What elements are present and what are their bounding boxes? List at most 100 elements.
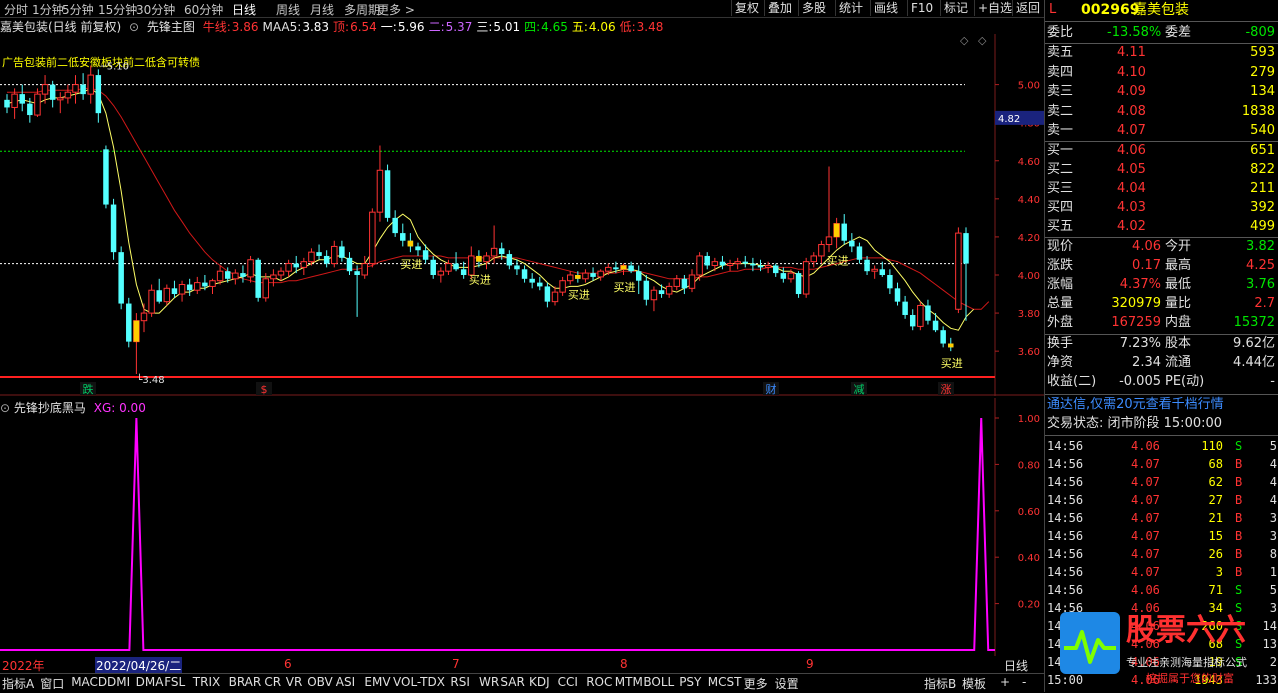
- toolbar-button-6[interactable]: 标记: [940, 0, 971, 16]
- tab-4[interactable]: 30分钟: [136, 1, 175, 18]
- indicator-tab-6[interactable]: TRIX: [193, 675, 220, 689]
- candle: [537, 276, 543, 291]
- event-marker[interactable]: 跌: [83, 382, 94, 396]
- tick-count: 1: [1269, 565, 1277, 579]
- candle-body: [72, 84, 79, 93]
- candle-body: [506, 254, 513, 266]
- toolbar-button-0[interactable]: 复权: [731, 0, 762, 16]
- toolbar-button-4[interactable]: 画线: [870, 0, 901, 16]
- chevron-down-icon[interactable]: ⊙: [129, 20, 139, 34]
- candle: [209, 278, 216, 295]
- indicator-tab-8[interactable]: CR: [264, 675, 281, 689]
- indicator-tab-7[interactable]: BRAR: [229, 675, 262, 689]
- indicator-tab-2[interactable]: MACD: [71, 675, 107, 689]
- stat-value: 320979: [1111, 296, 1161, 311]
- tab-7[interactable]: 周线: [276, 1, 300, 18]
- indicator-tab-5[interactable]: FSL: [164, 675, 185, 689]
- event-marker[interactable]: $: [261, 383, 268, 396]
- indicator-tab-11[interactable]: ASI: [336, 675, 355, 689]
- indicator-tab-13[interactable]: VOL-TDX: [393, 675, 445, 689]
- tick-time: 14:56: [1047, 565, 1084, 579]
- toolbar-button-8[interactable]: 返回: [1012, 0, 1043, 16]
- event-marker[interactable]: 财: [766, 382, 777, 396]
- tab-5[interactable]: 60分钟: [184, 1, 223, 18]
- candle: [909, 309, 916, 331]
- tab-9[interactable]: 多周期: [344, 1, 380, 18]
- candle-body: [628, 265, 634, 272]
- candle: [87, 65, 94, 104]
- indicator-tab-21[interactable]: BOLL: [643, 675, 674, 689]
- event-marker[interactable]: 减: [854, 383, 865, 396]
- logo-box: [1060, 612, 1120, 674]
- indicator-tab-3[interactable]: DMI: [107, 675, 130, 689]
- indicator-tab-25[interactable]: 设置: [775, 675, 799, 692]
- candle: [118, 246, 124, 310]
- indicator-tab-9[interactable]: VR: [286, 675, 303, 689]
- toolbar-button-2[interactable]: 多股: [798, 0, 829, 16]
- indicator-tab-1[interactable]: 窗口: [40, 675, 64, 692]
- promo-link[interactable]: 通达信,仅需20元查看千档行情: [1047, 396, 1224, 414]
- indicator-tab-22[interactable]: PSY: [679, 675, 701, 689]
- indicator-tab-12[interactable]: EMV: [364, 675, 390, 689]
- indicator-tab-23[interactable]: MCST: [708, 675, 742, 689]
- indicator-tab-18[interactable]: CCI: [558, 675, 578, 689]
- stat-value: 4.37%: [1119, 277, 1161, 292]
- tab-6[interactable]: 日线: [232, 1, 256, 18]
- candle: [582, 269, 589, 283]
- candle: [339, 240, 345, 262]
- candle-body: [810, 255, 818, 263]
- candle-body: [156, 290, 162, 302]
- settings-icon[interactable]: ⊙: [0, 401, 10, 415]
- tab-3[interactable]: 15分钟: [98, 1, 137, 18]
- indicator-tab-19[interactable]: ROC: [586, 675, 612, 689]
- tab-10[interactable]: 更多 >: [377, 1, 415, 18]
- bottom-right-button-0[interactable]: 指标B: [924, 675, 956, 692]
- indicator-tab-14[interactable]: RSI: [450, 675, 470, 689]
- buy-signal-candle: [476, 255, 482, 262]
- tab-1[interactable]: 1分钟: [32, 1, 64, 18]
- main-candlestick-chart[interactable]: 5.004.804.604.404.204.003.803.604.82广告包装…: [0, 34, 1044, 396]
- buy-signal-candle: [833, 223, 840, 237]
- indicator-tab-10[interactable]: OBV: [307, 675, 333, 689]
- indicator-tab-4[interactable]: DMA: [136, 675, 164, 689]
- stat-label: 换手: [1047, 336, 1074, 351]
- ask-label: 卖三: [1047, 84, 1074, 99]
- indicator-tab-16[interactable]: SAR: [500, 675, 524, 689]
- tab-0[interactable]: 分时: [4, 1, 28, 18]
- event-marker[interactable]: 涨: [941, 383, 952, 396]
- date-label-1: 2022/04/26/二: [95, 657, 183, 674]
- sub-indicator-title[interactable]: 先锋抄底黑马: [14, 401, 86, 415]
- bid-volume: 651: [1250, 143, 1275, 158]
- candle: [103, 145, 109, 209]
- tick-count: 5: [1269, 439, 1277, 453]
- diamond-icon[interactable]: ◇: [960, 34, 969, 47]
- bottom-right-button-2[interactable]: +: [1000, 675, 1010, 689]
- tick-time: 14:56: [1047, 493, 1084, 507]
- tick-price: 4.07: [1131, 565, 1160, 579]
- indicator-tab-20[interactable]: MTM: [615, 675, 643, 689]
- toolbar-button-5[interactable]: F10: [907, 0, 936, 16]
- tick-side: B: [1235, 565, 1243, 579]
- toolbar-button-1[interactable]: 叠加: [764, 0, 795, 16]
- candle-body: [856, 246, 863, 260]
- toolbar-button-3[interactable]: 统计: [835, 0, 866, 16]
- tab-2[interactable]: 5分钟: [62, 1, 94, 18]
- bottom-right-button-3[interactable]: -: [1022, 675, 1026, 689]
- indicator-name[interactable]: 先锋主图: [147, 20, 195, 34]
- sub-indicator-chart[interactable]: 1.00 0.80 0.60 0.40 0.20: [0, 398, 1044, 656]
- candle: [590, 267, 596, 281]
- indicator-tab-24[interactable]: 更多: [744, 675, 768, 692]
- indicator-tab-15[interactable]: WR: [479, 675, 499, 689]
- indicator-tab-17[interactable]: KDJ: [529, 675, 550, 689]
- candle-body: [673, 278, 681, 287]
- candle-body: [384, 170, 391, 218]
- toolbar-button-7[interactable]: +自选: [974, 0, 1015, 16]
- info-label-6: 四:: [524, 20, 541, 34]
- period-label[interactable]: 日线: [1004, 657, 1028, 674]
- bottom-right-button-1[interactable]: 模板: [962, 675, 986, 692]
- candle: [566, 271, 574, 285]
- info-value-3: 5.96: [397, 20, 425, 34]
- indicator-tab-0[interactable]: 指标A: [2, 675, 34, 692]
- candle: [643, 274, 650, 306]
- tab-8[interactable]: 月线: [310, 1, 334, 18]
